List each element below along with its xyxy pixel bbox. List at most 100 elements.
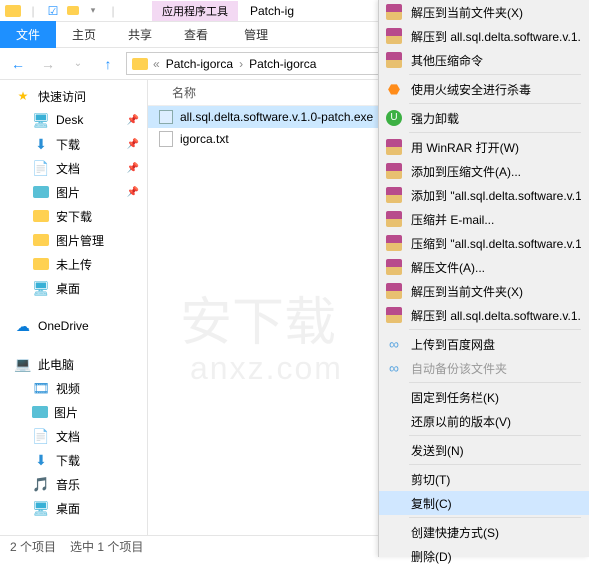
rar-icon — [385, 306, 403, 324]
folder-icon — [32, 255, 50, 273]
check-icon[interactable]: ☑ — [44, 2, 62, 20]
dropdown-icon[interactable]: ▾ — [84, 2, 102, 20]
recent-dropdown[interactable]: ⌄ — [66, 52, 90, 76]
status-selection: 选中 1 个项目 — [70, 538, 143, 555]
menu-item[interactable]: 解压文件(A)... — [379, 255, 589, 279]
window-title: Patch-ig — [242, 2, 302, 20]
tab-share[interactable]: 共享 — [112, 21, 168, 48]
sidebar-item[interactable]: 🎞 视频 — [0, 376, 147, 400]
menu-item-label: 自动备份该文件夹 — [411, 360, 581, 377]
menu-item[interactable]: 其他压缩命令 — [379, 48, 589, 72]
pic-icon — [32, 406, 48, 418]
menu-item[interactable]: ∞上传到百度网盘 — [379, 332, 589, 356]
folder-small-icon[interactable] — [64, 2, 82, 20]
menu-item[interactable]: 剪切(T) — [379, 467, 589, 491]
menu-item[interactable]: 用 WinRAR 打开(W) — [379, 135, 589, 159]
pc-icon: 💻 — [14, 355, 32, 373]
sidebar-item[interactable]: 📄文档📌 — [0, 156, 147, 180]
menu-item[interactable]: 发送到(N) — [379, 438, 589, 462]
tab-manage[interactable]: 管理 — [228, 21, 284, 48]
sidebar-item-label: 图片 — [54, 404, 78, 421]
menu-item[interactable]: 还原以前的版本(V) — [379, 409, 589, 433]
sidebar-item-label: 下载 — [56, 452, 80, 469]
sidebar-item[interactable]: 📄文档 — [0, 424, 147, 448]
sidebar-item[interactable]: 安下载 — [0, 204, 147, 228]
sidebar-item-label: 桌面 — [56, 280, 80, 297]
breadcrumb-item[interactable]: Patch-igorca — [164, 57, 235, 71]
sidebar-item[interactable]: 🎵音乐 — [0, 472, 147, 496]
menu-item[interactable]: 压缩到 "all.sql.delta.software.v.1. — [379, 231, 589, 255]
rar-icon — [385, 234, 403, 252]
folder-icon — [32, 231, 50, 249]
tab-home[interactable]: 主页 — [56, 21, 112, 48]
sidebar-label: 此电脑 — [38, 356, 74, 373]
menu-item-label: 创建快捷方式(S) — [411, 524, 581, 541]
menu-item-label: 复制(C) — [411, 495, 581, 512]
sidebar-item-label: Desk — [56, 113, 83, 127]
up-button[interactable]: ↑ — [96, 52, 120, 76]
menu-item[interactable]: 解压到 all.sql.delta.software.v.1.0 — [379, 24, 589, 48]
menu-item[interactable]: 创建快捷方式(S) — [379, 520, 589, 544]
pic-icon — [32, 183, 50, 201]
sidebar-item[interactable]: 图片管理 — [0, 228, 147, 252]
menu-item[interactable]: 添加到 "all.sql.delta.software.v.1. — [379, 183, 589, 207]
sidebar-item[interactable]: ⬇下载 — [0, 448, 147, 472]
folder-icon — [32, 207, 50, 225]
pin-icon: 📌 — [127, 187, 139, 198]
sidebar-item[interactable]: 图片 — [0, 400, 147, 424]
menu-item[interactable]: 删除(D) — [379, 544, 589, 568]
sidebar: ★ 快速访问 🖥Desk📌⬇下载📌📄文档📌图片📌安下载图片管理未上传🖥桌面 ☁ … — [0, 80, 148, 537]
sidebar-item[interactable]: 🖥Desk📌 — [0, 108, 147, 132]
menu-item-label: 上传到百度网盘 — [411, 336, 581, 353]
menu-item: ∞自动备份该文件夹 — [379, 356, 589, 380]
sidebar-item-label: 桌面 — [56, 500, 80, 517]
tab-file[interactable]: 文件 — [0, 21, 56, 48]
sidebar-quick-access[interactable]: ★ 快速访问 — [0, 84, 147, 108]
star-icon: ★ — [14, 87, 32, 105]
folder-icon — [4, 2, 22, 20]
pin-icon: 📌 — [127, 139, 139, 150]
file-name: igorca.txt — [180, 132, 229, 146]
blank-icon — [385, 470, 403, 488]
down-icon: ⬇ — [32, 135, 50, 153]
menu-item[interactable]: 解压到 all.sql.delta.software.v.1.0 — [379, 303, 589, 327]
rar-icon — [385, 258, 403, 276]
menu-item[interactable]: 解压到当前文件夹(X) — [379, 279, 589, 303]
menu-separator — [409, 132, 581, 133]
menu-item[interactable]: U强力卸载 — [379, 106, 589, 130]
rar-icon — [385, 210, 403, 228]
sidebar-onedrive[interactable]: ☁ OneDrive — [0, 314, 147, 338]
sidebar-item-label: 安下载 — [56, 208, 92, 225]
sidebar-item[interactable]: 🖥桌面 — [0, 276, 147, 300]
context-menu: 解压到当前文件夹(X)解压到 all.sql.delta.software.v.… — [378, 0, 589, 557]
rar-icon — [385, 162, 403, 180]
sidebar-item[interactable]: 图片📌 — [0, 180, 147, 204]
menu-item[interactable]: ⬣使用火绒安全进行杀毒 — [379, 77, 589, 101]
forward-button[interactable]: → — [36, 52, 60, 76]
sidebar-item[interactable]: 🖥 桌面 — [0, 496, 147, 520]
menu-item-label: 压缩并 E-mail... — [411, 211, 581, 228]
tab-view[interactable]: 查看 — [168, 21, 224, 48]
rar-icon — [385, 27, 403, 45]
back-button[interactable]: ← — [6, 52, 30, 76]
sidebar-item-label: 下载 — [56, 136, 80, 153]
sidebar-thispc[interactable]: 💻 此电脑 — [0, 352, 147, 376]
menu-item[interactable]: 解压到当前文件夹(X) — [379, 0, 589, 24]
menu-item[interactable]: 压缩并 E-mail... — [379, 207, 589, 231]
contextual-tab[interactable]: 应用程序工具 — [152, 1, 238, 21]
desk-icon: 🖥 — [32, 111, 50, 129]
menu-item[interactable]: 添加到压缩文件(A)... — [379, 159, 589, 183]
breadcrumb-item[interactable]: Patch-igorca — [247, 57, 318, 71]
vid-icon: 🎞 — [32, 379, 50, 397]
menu-item[interactable]: 固定到任务栏(K) — [379, 385, 589, 409]
rar-icon — [385, 186, 403, 204]
menu-item[interactable]: 复制(C) — [379, 491, 589, 515]
desk-icon: 🖥 — [32, 499, 50, 517]
sidebar-item[interactable]: 未上传 — [0, 252, 147, 276]
sidebar-item-label: 视频 — [56, 380, 80, 397]
menu-separator — [409, 464, 581, 465]
rar-icon — [385, 51, 403, 69]
doc-icon: 📄 — [32, 427, 50, 445]
sidebar-item[interactable]: ⬇ 下载 📌 — [0, 132, 147, 156]
onedrive-icon: ☁ — [14, 317, 32, 335]
